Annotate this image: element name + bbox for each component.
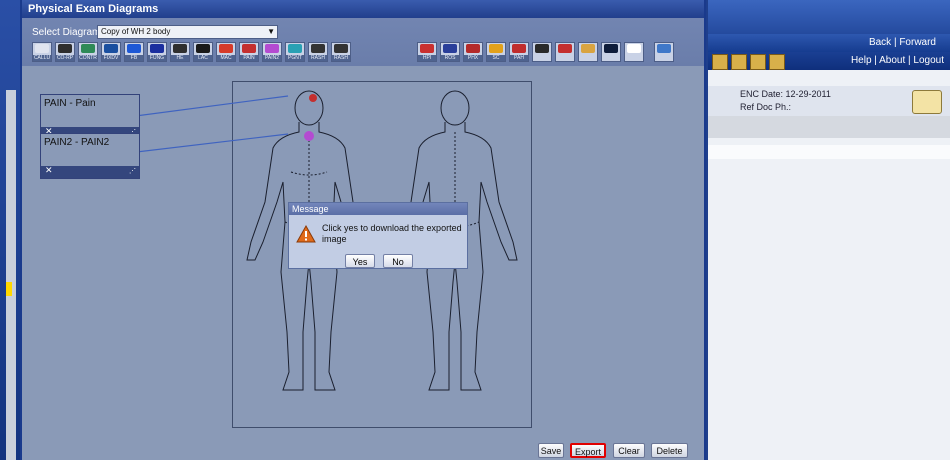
note-label: PAIN2 - PAIN2 <box>44 137 110 148</box>
back-forward-links[interactable]: Back | Forward <box>869 37 936 48</box>
menubar-icons <box>712 54 785 70</box>
app-menubar: Help | About | Logout <box>708 52 950 70</box>
menu-links[interactable]: Help | About | Logout <box>851 55 944 66</box>
no-button[interactable]: No <box>383 254 413 268</box>
warning-icon <box>296 225 316 243</box>
background-app: Back | Forward Help | About | Logout ENC… <box>708 0 950 460</box>
annotation-note-pain2[interactable]: PAIN2 - PAIN2 ✕ ⋰ <box>40 133 140 179</box>
toolbar-app-icon[interactable] <box>731 54 747 70</box>
app-topbar <box>708 0 950 34</box>
note-footer: ✕ ⋰ <box>41 165 139 178</box>
delete-button[interactable]: Delete <box>651 443 688 458</box>
clear-button[interactable]: Clear <box>613 443 645 458</box>
encounter-info: ENC Date: 12-29-2011 Ref Doc Ph.: <box>708 86 950 117</box>
app-nav: Back | Forward <box>708 34 950 52</box>
toolbar-app-icon[interactable] <box>712 54 728 70</box>
left-indicator <box>6 282 12 296</box>
left-scroll-strip <box>6 90 16 460</box>
dialog-message: Click yes to download the exported image <box>322 223 462 244</box>
message-dialog: Message Click yes to download the export… <box>288 202 468 269</box>
app-white-bar <box>708 145 950 159</box>
left-window-frame <box>0 0 20 460</box>
yes-button[interactable]: Yes <box>345 254 375 268</box>
resize-grip-icon[interactable]: ⋰ <box>129 167 136 175</box>
ref-doc: Ref Doc Ph.: <box>740 102 792 112</box>
user-avatar-icon[interactable] <box>912 90 942 114</box>
enc-date: ENC Date: 12-29-2011 <box>740 89 831 99</box>
save-button[interactable]: Save <box>538 443 564 458</box>
close-icon[interactable]: ✕ <box>45 165 53 176</box>
toolbar-app-icon[interactable] <box>769 54 785 70</box>
dialog-title: Message <box>289 203 467 215</box>
note-label: PAIN - Pain <box>44 98 96 109</box>
app-gray-bar <box>708 116 950 138</box>
toolbar-app-icon[interactable] <box>750 54 766 70</box>
export-button[interactable]: Export <box>570 443 606 458</box>
